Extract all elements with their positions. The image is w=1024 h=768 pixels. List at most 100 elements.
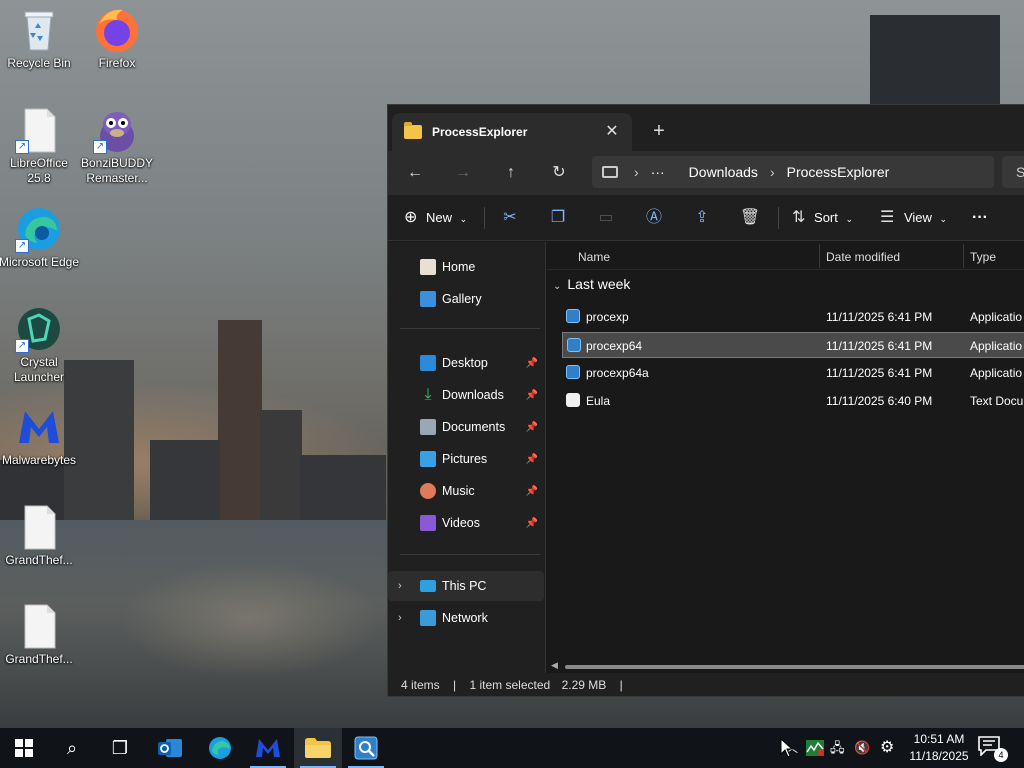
sidebar-item-documents[interactable]: Documents 📌 (388, 412, 544, 442)
malwarebytes-icon (256, 739, 280, 757)
pin-icon[interactable]: 📌 (526, 454, 538, 465)
desktop-icon-edge[interactable]: ↗ Microsoft Edge (0, 205, 81, 270)
breadcrumb-processexplorer[interactable]: ProcessExplorer (787, 164, 890, 180)
file-name: procexp64a (586, 366, 649, 380)
desktop-icon-crystal-launcher[interactable]: ↗ Crystal Launcher (0, 305, 81, 385)
chevron-right-icon[interactable]: › (398, 612, 402, 624)
desktop-icon-malwarebytes[interactable]: Malwarebytes (0, 403, 81, 468)
close-tab-button[interactable]: ✕ (600, 120, 624, 144)
windows-icon (15, 739, 33, 757)
column-header-type[interactable]: Type (970, 250, 996, 264)
file-row-procexp[interactable]: procexp 11/11/2025 6:41 PM Applicatio (562, 304, 1024, 330)
tray-settings[interactable]: ⚙ (880, 728, 894, 768)
group-label: Last week (567, 276, 631, 292)
title-bar[interactable]: ProcessExplorer ✕ + (388, 105, 1024, 151)
clock-date: 11/18/2025 (909, 749, 969, 763)
search-input[interactable]: S (1002, 156, 1024, 188)
command-bar: ⊕ New ⌄ ✂ ❐ ▭ Ⓐ ⇪ 🗑 ⇅ Sort ⌄ ☰ View ⌄ ··… (388, 195, 1024, 241)
sidebar-item-label: Home (442, 260, 476, 274)
file-date: 11/11/2025 6:40 PM (826, 394, 933, 408)
back-button[interactable]: ← (400, 159, 430, 187)
tray-volume[interactable]: 🔇 (854, 728, 870, 768)
sidebar-item-gallery[interactable]: Gallery (388, 284, 544, 314)
paste-button[interactable]: ▭ (592, 205, 620, 231)
pin-icon[interactable]: 📌 (526, 518, 538, 529)
task-view-button[interactable]: ❐ (96, 728, 144, 768)
task-view-icon: ❐ (111, 738, 129, 758)
desktop-icon-bonzibuddy[interactable]: ↗ BonziBUDDY Remaster... (75, 106, 159, 186)
file-row-procexp64[interactable]: procexp64 11/11/2025 6:41 PM Applicatio (562, 332, 1024, 358)
sidebar-item-videos[interactable]: Videos 📌 (388, 508, 544, 538)
scrollbar-thumb[interactable] (565, 665, 1024, 669)
new-button[interactable]: ⊕ New ⌄ (404, 204, 467, 232)
desktop-icon-gta-1[interactable]: GrandThef... (0, 503, 81, 568)
clock[interactable]: 10:51 AM 11/18/2025 (906, 731, 972, 765)
sort-button[interactable]: ⇅ Sort ⌄ (792, 204, 853, 232)
sidebar-item-pictures[interactable]: Pictures 📌 (388, 444, 544, 474)
column-header-date-modified[interactable]: Date modified (826, 250, 900, 264)
share-button[interactable]: ⇪ (688, 205, 716, 231)
file-explorer-window: ProcessExplorer ✕ + ← → ↑ ↻ › ··· Downlo… (387, 104, 1024, 697)
application-icon (566, 365, 580, 379)
sidebar-item-network[interactable]: › Network (388, 603, 544, 633)
desktop-icon-firefox[interactable]: Firefox (75, 6, 159, 71)
see-more-button[interactable]: ··· (972, 204, 988, 232)
new-tab-button[interactable]: + (646, 118, 672, 144)
horizontal-scrollbar[interactable]: ◀ (547, 660, 1024, 672)
up-button[interactable]: ↑ (496, 159, 526, 187)
delete-button[interactable]: 🗑 (736, 205, 764, 231)
column-divider[interactable] (963, 244, 964, 268)
copy-button[interactable]: ❐ (544, 205, 572, 231)
pin-icon[interactable]: 📌 (526, 486, 538, 497)
sidebar-item-home[interactable]: Home (388, 252, 544, 282)
sidebar-item-label: Videos (442, 516, 480, 530)
search-button[interactable]: ⌕ (48, 728, 96, 768)
taskbar-outlook[interactable] (146, 728, 194, 768)
breadcrumb-downloads[interactable]: Downloads (689, 164, 758, 180)
desktop-icon-libreoffice[interactable]: ↗ LibreOffice 25.8 (0, 106, 81, 186)
column-divider[interactable] (819, 244, 820, 268)
tray-task-manager[interactable] (806, 728, 824, 768)
sidebar-item-this-pc[interactable]: › This PC (388, 571, 544, 601)
taskbar-edge[interactable] (196, 728, 244, 768)
taskbar-malwarebytes[interactable] (244, 728, 292, 768)
sort-icon: ⇅ (792, 209, 806, 226)
view-button[interactable]: ☰ View ⌄ (880, 204, 947, 232)
pin-icon[interactable]: 📌 (526, 358, 538, 369)
view-button-label: View (903, 210, 932, 225)
pin-icon[interactable]: 📌 (526, 390, 538, 401)
start-button[interactable] (0, 728, 48, 768)
tray-network[interactable]: 🖧 (830, 728, 845, 768)
network-icon (420, 610, 436, 626)
shortcut-arrow-icon: ↗ (15, 140, 29, 154)
taskbar-file-explorer[interactable] (294, 728, 342, 768)
copy-icon: ❐ (550, 209, 566, 226)
column-header-name[interactable]: Name (578, 250, 610, 264)
file-row-procexp64a[interactable]: procexp64a 11/11/2025 6:41 PM Applicatio (562, 360, 1024, 386)
refresh-button[interactable]: ↻ (544, 159, 574, 187)
cut-button[interactable]: ✂ (496, 205, 524, 231)
forward-button[interactable]: → (448, 159, 478, 187)
selection-count: 1 item selected (469, 678, 551, 692)
breadcrumb-ellipsis[interactable]: ··· (651, 164, 665, 180)
water-reflection (120, 560, 380, 680)
scroll-left-icon[interactable]: ◀ (551, 660, 558, 671)
file-type: Text Docu (970, 394, 1024, 408)
sidebar-item-downloads[interactable]: ⤓ Downloads 📌 (388, 380, 544, 410)
taskbar-process-explorer[interactable] (342, 728, 390, 768)
sidebar-item-music[interactable]: Music 📌 (388, 476, 544, 506)
address-bar[interactable]: › ··· Downloads › ProcessExplorer (592, 156, 994, 188)
add-circle-icon: ⊕ (404, 209, 418, 226)
group-header-last-week[interactable]: ⌄ Last week (553, 276, 630, 292)
desktop-icon-recycle-bin[interactable]: Recycle Bin (0, 6, 81, 71)
sidebar-item-desktop[interactable]: Desktop 📌 (388, 348, 544, 378)
file-list-pane: Name Date modified Type ⌄ Last week proce… (547, 242, 1024, 674)
rename-button[interactable]: Ⓐ (640, 205, 668, 231)
tab-processexplorer[interactable]: ProcessExplorer ✕ (392, 113, 632, 151)
notification-center-button[interactable]: 4 (978, 736, 1008, 762)
pin-icon[interactable]: 📌 (526, 422, 538, 433)
file-row-eula[interactable]: Eula 11/11/2025 6:40 PM Text Docu (562, 388, 1024, 414)
chevron-right-icon[interactable]: › (398, 580, 402, 592)
desktop-icon-gta-2[interactable]: GrandThef... (0, 602, 81, 667)
documents-icon (420, 419, 436, 435)
